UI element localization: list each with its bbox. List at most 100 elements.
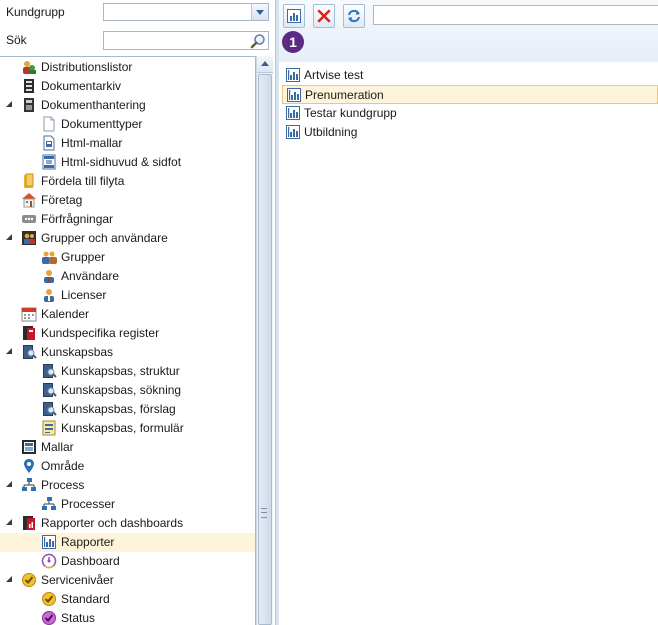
knowledge-base-icon <box>41 382 57 398</box>
chevron-down-icon[interactable] <box>251 4 268 20</box>
tree-item[interactable]: Kundspecifika register <box>0 324 255 343</box>
expand-triangle-icon[interactable] <box>6 234 14 242</box>
report-list-item[interactable]: Utbildning <box>282 123 658 142</box>
tree-item[interactable]: Grupper <box>0 248 255 267</box>
tree-item-label: Processer <box>61 497 116 511</box>
report-chart-icon <box>285 105 301 121</box>
tree-item-label: Dokumenthantering <box>41 98 146 112</box>
search-icon[interactable] <box>250 33 266 49</box>
knowledge-base-icon <box>41 401 57 417</box>
step-badge: 1 <box>282 31 304 53</box>
form-icon <box>41 420 57 436</box>
tree-item[interactable]: Dashboard <box>0 552 255 571</box>
report-chart-icon <box>41 534 57 550</box>
tree-item[interactable]: Html-sidhuvud & sidfot <box>0 153 255 172</box>
report-list-item[interactable]: Testar kundgrupp <box>282 104 658 123</box>
report-list-item-label: Testar kundgrupp <box>304 106 397 120</box>
tree-item-label: Html-mallar <box>61 136 123 150</box>
tree-item[interactable]: Kunskapsbas, förslag <box>0 400 255 419</box>
tree-item-label: Rapporter <box>61 535 115 549</box>
tree-item[interactable]: Licenser <box>0 286 255 305</box>
expand-triangle-icon[interactable] <box>6 576 14 584</box>
tree-item-label: Kunskapsbas, formulär <box>61 421 184 435</box>
expand-triangle-icon[interactable] <box>6 481 14 489</box>
sok-label: Sök <box>6 33 27 47</box>
tree-item-label: Kundspecifika register <box>41 326 160 340</box>
tree-item-label: Företag <box>41 193 83 207</box>
tree-item[interactable]: Användare <box>0 267 255 286</box>
scroll-thumb[interactable] <box>258 74 272 625</box>
process-icon <box>21 477 37 493</box>
tree-item[interactable]: Förfrågningar <box>0 210 255 229</box>
navigation-tree[interactable]: Distributionslistor Dokumentarkiv Dokument… <box>0 56 256 625</box>
tree-item-label: Mallar <box>41 440 74 454</box>
tree-item[interactable]: Område <box>0 457 255 476</box>
document-archive-icon <box>21 78 37 94</box>
kundgrupp-dropdown[interactable] <box>103 3 269 21</box>
tree-item-label: Dashboard <box>61 554 120 568</box>
tree-item[interactable]: Status <box>0 609 255 625</box>
tree-item[interactable]: Kalender <box>0 305 255 324</box>
tree-item[interactable]: Dokumenthantering <box>0 96 255 115</box>
search-input[interactable] <box>103 31 269 50</box>
document-icon <box>41 116 57 132</box>
tree-item[interactable]: Grupper och användare <box>0 229 255 248</box>
process-icon <box>41 496 57 512</box>
tree-item-label: Html-sidhuvud & sidfot <box>61 155 182 169</box>
expand-triangle-icon[interactable] <box>6 348 14 356</box>
tree-item[interactable]: Mallar <box>0 438 255 457</box>
scroll-grip-icon <box>261 508 267 518</box>
tree-item[interactable]: Processer <box>0 495 255 514</box>
report-list-item[interactable]: Prenumeration <box>282 85 658 104</box>
tree-item-label: Kunskapsbas, struktur <box>61 364 180 378</box>
tree-item[interactable]: Kunskapsbas, formulär <box>0 419 255 438</box>
reports-icon <box>21 515 37 531</box>
calendar-icon <box>21 306 37 322</box>
tree-item-label: Standard <box>61 592 110 606</box>
tree-item[interactable]: Kunskapsbas, struktur <box>0 362 255 381</box>
report-list-item-label: Artvise test <box>304 68 364 82</box>
delete-icon <box>317 9 331 23</box>
html-template-icon <box>41 135 57 151</box>
tree-item[interactable]: Standard <box>0 590 255 609</box>
html-header-footer-icon <box>41 154 57 170</box>
knowledge-base-icon <box>41 363 57 379</box>
document-management-icon <box>21 97 37 113</box>
expand-triangle-icon[interactable] <box>6 519 14 527</box>
tree-item[interactable]: Process <box>0 476 255 495</box>
tree-item[interactable]: Dokumentarkiv <box>0 77 255 96</box>
toolbar-search-input[interactable] <box>373 5 658 25</box>
report-list-item-label: Utbildning <box>304 125 358 139</box>
expand-triangle-icon[interactable] <box>6 101 14 109</box>
sok-row: Sök <box>6 30 102 50</box>
tree-item-label: Process <box>41 478 85 492</box>
tree-item-label: Kunskapsbas <box>41 345 114 359</box>
dashboard-icon <box>41 553 57 569</box>
delete-button[interactable] <box>313 4 335 28</box>
tree-item-label: Förfrågningar <box>41 212 114 226</box>
tree-item[interactable]: Dokumenttyper <box>0 115 255 134</box>
scroll-up-button[interactable] <box>257 56 273 73</box>
tree-item[interactable]: Fördela till filyta <box>0 172 255 191</box>
report-chart-icon <box>286 87 302 103</box>
tree-item[interactable]: Servicenivåer <box>0 571 255 590</box>
report-list-item[interactable]: Artvise test <box>282 66 658 85</box>
tree-item[interactable]: Kunskapsbas <box>0 343 255 362</box>
tree-item-label: Distributionslistor <box>41 60 133 74</box>
right-panel: 1 Artvise test Prenumeration Testar kundgr… <box>279 0 658 625</box>
tree-item[interactable]: Rapporter och dashboards <box>0 514 255 533</box>
kundgrupp-label: Kundgrupp <box>6 5 65 19</box>
request-icon <box>21 211 37 227</box>
tree-item[interactable]: Företag <box>0 191 255 210</box>
folder-icon <box>21 173 37 189</box>
refresh-icon <box>348 9 360 23</box>
tree-item[interactable]: Distributionslistor <box>0 58 255 77</box>
tree-item[interactable]: Kunskapsbas, sökning <box>0 381 255 400</box>
new-report-button[interactable] <box>283 4 305 28</box>
tree-item[interactable]: Html-mallar <box>0 134 255 153</box>
refresh-button[interactable] <box>343 4 365 28</box>
tree-scrollbar[interactable] <box>256 56 273 625</box>
tree-item-label: Dokumenttyper <box>61 117 143 131</box>
new-report-icon <box>287 9 301 23</box>
tree-item[interactable]: Rapporter <box>0 533 255 552</box>
